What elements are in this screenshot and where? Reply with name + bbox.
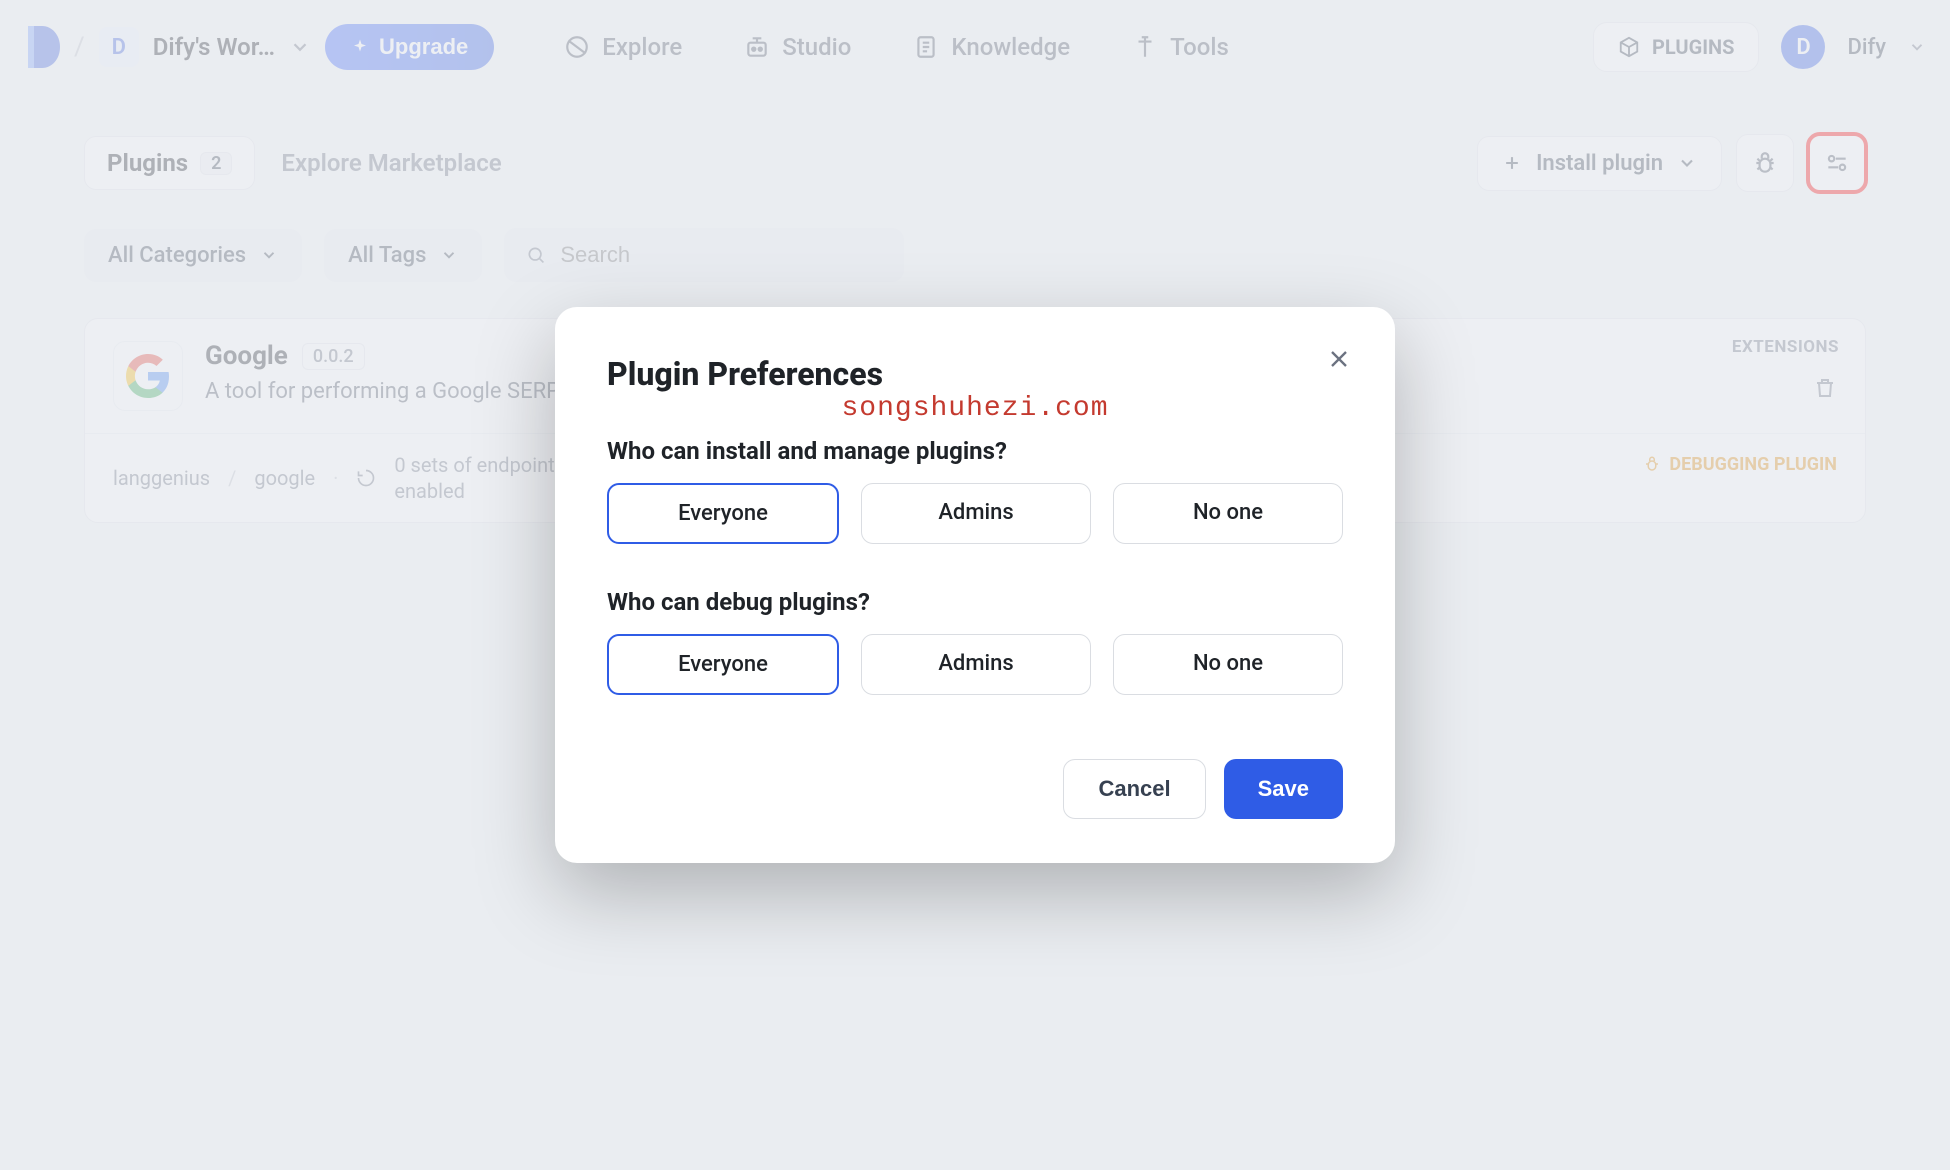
preferences-modal: Plugin Preferences songshuhezi.com Who c… bbox=[555, 307, 1395, 863]
watermark-text: songshuhezi.com bbox=[841, 393, 1108, 424]
debug-options: Everyone Admins No one bbox=[607, 634, 1343, 695]
opt-debug-admins[interactable]: Admins bbox=[861, 634, 1091, 695]
modal-title: Plugin Preferences bbox=[607, 355, 1343, 393]
opt-install-admins[interactable]: Admins bbox=[861, 483, 1091, 544]
question-debug: Who can debug plugins? bbox=[607, 588, 1343, 616]
save-button[interactable]: Save bbox=[1224, 759, 1343, 819]
install-options: Everyone Admins No one bbox=[607, 483, 1343, 544]
modal-actions: Cancel Save bbox=[607, 759, 1343, 819]
opt-debug-noone[interactable]: No one bbox=[1113, 634, 1343, 695]
opt-install-noone[interactable]: No one bbox=[1113, 483, 1343, 544]
question-install: Who can install and manage plugins? bbox=[607, 437, 1343, 465]
opt-install-everyone[interactable]: Everyone bbox=[607, 483, 839, 544]
opt-debug-everyone[interactable]: Everyone bbox=[607, 634, 839, 695]
cancel-button[interactable]: Cancel bbox=[1063, 759, 1205, 819]
close-icon[interactable] bbox=[1325, 345, 1353, 373]
